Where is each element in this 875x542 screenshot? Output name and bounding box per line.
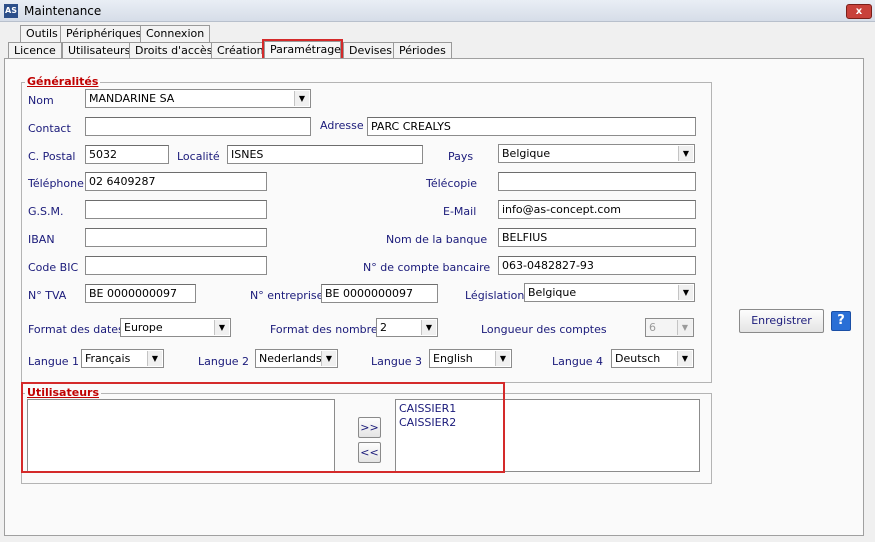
- tab-outils[interactable]: Outils: [20, 25, 64, 42]
- tab-utilisateurs[interactable]: Utilisateurs: [62, 42, 137, 59]
- telecopie-field[interactable]: [498, 172, 696, 191]
- code-bic-label: Code BIC: [28, 261, 79, 274]
- email-label: E-Mail: [443, 205, 477, 218]
- chevron-down-icon: ▼: [294, 91, 309, 106]
- highlight-box: [21, 382, 505, 473]
- chevron-down-icon: ▼: [147, 351, 162, 366]
- langue3-value: English: [433, 352, 473, 365]
- entreprise-label: N° entreprise: [250, 289, 324, 302]
- tab-licence[interactable]: Licence: [8, 42, 62, 59]
- gsm-label: G.S.M.: [28, 205, 64, 218]
- tab-droits-acces[interactable]: Droits d'accès: [129, 42, 219, 59]
- code-postal-label: C. Postal: [28, 150, 76, 163]
- compte-bancaire-label: N° de compte bancaire: [363, 261, 491, 274]
- legislation-combo[interactable]: Belgique ▼: [524, 283, 695, 302]
- pays-combo[interactable]: Belgique ▼: [498, 144, 695, 163]
- adresse-field[interactable]: PARC CREALYS: [367, 117, 696, 136]
- longueur-comptes-combo[interactable]: 6 ▼: [645, 318, 694, 337]
- langue1-combo[interactable]: Français ▼: [81, 349, 164, 368]
- chevron-down-icon: ▼: [321, 351, 336, 366]
- gsm-field[interactable]: [85, 200, 267, 219]
- window-title: Maintenance: [24, 4, 102, 18]
- iban-label: IBAN: [28, 233, 55, 246]
- close-icon: x: [855, 6, 863, 17]
- pays-value: Belgique: [502, 147, 551, 160]
- langue1-value: Français: [85, 352, 131, 365]
- tab-peripheriques[interactable]: Périphériques: [60, 25, 148, 42]
- format-dates-label: Format des dates: [28, 323, 124, 336]
- close-button[interactable]: x: [846, 4, 872, 19]
- langue4-label: Langue 4: [552, 355, 604, 368]
- chevron-down-icon: ▼: [421, 320, 436, 335]
- tab-connexion[interactable]: Connexion: [140, 25, 211, 42]
- code-bic-field[interactable]: [85, 256, 267, 275]
- telephone-label: Téléphone: [28, 177, 84, 190]
- compte-bancaire-field[interactable]: 063-0482827-93: [498, 256, 696, 275]
- langue3-label: Langue 3: [371, 355, 423, 368]
- format-nombres-combo[interactable]: 2 ▼: [376, 318, 438, 337]
- localite-field[interactable]: ISNES: [227, 145, 423, 164]
- nom-value: MANDARINE SA: [89, 92, 175, 105]
- contact-label: Contact: [28, 122, 71, 135]
- chevron-down-icon: ▼: [678, 285, 693, 300]
- telephone-field[interactable]: 02 6409287: [85, 172, 267, 191]
- langue4-combo[interactable]: Deutsch ▼: [611, 349, 694, 368]
- tab-periodes[interactable]: Périodes: [393, 42, 452, 59]
- tab-devises[interactable]: Devises: [343, 42, 399, 59]
- chevron-down-icon: ▼: [678, 146, 693, 161]
- legislation-value: Belgique: [528, 286, 577, 299]
- enregistrer-button[interactable]: Enregistrer: [739, 309, 824, 333]
- langue1-label: Langue 1: [28, 355, 80, 368]
- format-dates-value: Europe: [124, 321, 163, 334]
- langue4-value: Deutsch: [615, 352, 661, 365]
- nom-banque-field[interactable]: BELFIUS: [498, 228, 696, 247]
- longueur-comptes-value: 6: [649, 321, 656, 334]
- nom-combo[interactable]: MANDARINE SA ▼: [85, 89, 311, 108]
- chevron-down-icon: ▼: [677, 351, 692, 366]
- contact-field[interactable]: [85, 117, 311, 136]
- nom-banque-label: Nom de la banque: [386, 233, 488, 246]
- tva-field[interactable]: BE 0000000097: [85, 284, 196, 303]
- app-icon: AS: [4, 4, 18, 18]
- legislation-label: Législation: [465, 289, 525, 302]
- langue2-value: Nederlands: [259, 352, 322, 365]
- pays-label: Pays: [448, 150, 474, 163]
- tva-label: N° TVA: [28, 289, 67, 302]
- longueur-comptes-label: Longueur des comptes: [481, 323, 607, 336]
- format-nombres-label: Format des nombres: [270, 323, 384, 336]
- langue2-combo[interactable]: Nederlands ▼: [255, 349, 338, 368]
- help-icon: ?: [837, 313, 845, 328]
- title-bar: AS Maintenance x: [0, 0, 875, 22]
- generalites-legend: Généralités: [25, 75, 101, 88]
- adresse-label: Adresse: [320, 119, 364, 132]
- telecopie-label: Télécopie: [426, 177, 478, 190]
- localite-label: Localité: [177, 150, 220, 163]
- langue2-label: Langue 2: [198, 355, 250, 368]
- iban-field[interactable]: [85, 228, 267, 247]
- code-postal-field[interactable]: 5032: [85, 145, 169, 164]
- chevron-down-icon: ▼: [214, 320, 229, 335]
- help-button[interactable]: ?: [831, 311, 851, 331]
- email-field[interactable]: info@as-concept.com: [498, 200, 696, 219]
- chevron-down-icon: ▼: [677, 320, 692, 335]
- format-nombres-value: 2: [380, 321, 387, 334]
- nom-label: Nom: [28, 94, 54, 107]
- chevron-down-icon: ▼: [495, 351, 510, 366]
- format-dates-combo[interactable]: Europe ▼: [120, 318, 231, 337]
- entreprise-field[interactable]: BE 0000000097: [321, 284, 438, 303]
- tab-creation[interactable]: Création: [211, 42, 270, 59]
- langue3-combo[interactable]: English ▼: [429, 349, 512, 368]
